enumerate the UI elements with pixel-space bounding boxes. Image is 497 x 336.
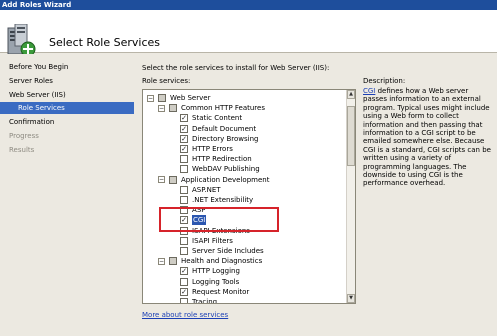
tree-row[interactable]: ✓ HTTP Logging	[143, 266, 347, 276]
tree-row[interactable]: ISAPI Filters	[143, 236, 347, 246]
checkbox[interactable]: ✓	[180, 134, 188, 143]
checkbox[interactable]: ✓	[180, 287, 188, 296]
checkbox[interactable]	[180, 277, 188, 286]
tree-row[interactable]: .NET Extensibility	[143, 195, 347, 205]
collapse-toggle-icon[interactable]: −	[158, 104, 165, 112]
nav-item-web-server[interactable]: Web Server (IIS)	[9, 89, 66, 101]
tree-row-label[interactable]: Logging Tools	[192, 277, 239, 287]
nav-item-server-roles[interactable]: Server Roles	[9, 75, 53, 87]
description-label: Description:	[363, 77, 406, 85]
tree-row[interactable]: ✓ Request Monitor	[143, 287, 347, 297]
highlight-annotation-box	[159, 207, 279, 232]
checkbox[interactable]: ✓	[180, 267, 188, 276]
tree-row[interactable]: Server Side Includes	[143, 246, 347, 256]
tree-row[interactable]: Tracing	[143, 297, 347, 303]
nav-item-before-you-begin[interactable]: Before You Begin	[9, 61, 68, 73]
tree-row[interactable]: HTTP Redirection	[143, 154, 347, 164]
tree-row[interactable]: − Application Development	[143, 175, 347, 185]
more-about-role-services-link[interactable]: More about role services	[142, 311, 228, 319]
checkbox[interactable]	[180, 247, 188, 255]
tree-row[interactable]: ✓ Default Document	[143, 124, 347, 134]
checkbox[interactable]	[180, 298, 188, 303]
tree-row-label[interactable]: Common HTTP Features	[181, 103, 265, 113]
partial-checkbox[interactable]	[169, 257, 177, 266]
checkbox[interactable]: ✓	[180, 124, 188, 133]
tree-row[interactable]: ✓ Static Content	[143, 113, 347, 123]
tree-row-label[interactable]: Request Monitor	[192, 287, 249, 297]
tree-row-label[interactable]: Server Side Includes	[192, 246, 264, 256]
tree-row-label[interactable]: Static Content	[192, 113, 242, 123]
nav-item-progress: Progress	[9, 132, 39, 140]
nav-item-confirmation[interactable]: Confirmation	[9, 116, 54, 128]
checkbox[interactable]: ✓	[180, 145, 188, 153]
tree-row-label[interactable]: WebDAV Publishing	[192, 164, 260, 174]
tree-row-label[interactable]: Web Server	[170, 93, 210, 103]
tree-row-label[interactable]: Default Document	[192, 124, 256, 134]
tree-row-label[interactable]: Health and Diagnostics	[181, 256, 262, 266]
scroll-down-arrow[interactable]: ▼	[347, 294, 355, 303]
wizard-header: Select Role Services	[0, 10, 497, 57]
checkbox[interactable]	[180, 155, 188, 164]
description-body: defines how a Web server passes informat…	[363, 87, 491, 188]
partial-checkbox[interactable]	[158, 94, 166, 102]
tree-row[interactable]: Logging Tools	[143, 277, 347, 287]
description-text: CGI defines how a Web server passes info…	[363, 87, 493, 188]
tree-scrollbar[interactable]: ▲ ▼	[346, 90, 355, 303]
nav-item-results: Results	[9, 146, 35, 154]
page-title: Select Role Services	[49, 36, 161, 49]
checkbox[interactable]	[180, 165, 188, 174]
partial-checkbox[interactable]	[169, 104, 177, 113]
role-services-label: Role services:	[142, 77, 191, 85]
tree-row[interactable]: − Web Server	[143, 93, 347, 103]
description-cgi-link[interactable]: CGI	[363, 87, 375, 95]
checkbox[interactable]	[180, 196, 188, 204]
tree-row-label[interactable]: .NET Extensibility	[192, 195, 253, 205]
tree-row[interactable]: − Health and Diagnostics	[143, 256, 347, 266]
collapse-toggle-icon[interactable]: −	[158, 176, 165, 184]
checkbox[interactable]: ✓	[180, 114, 188, 123]
wizard-nav: Before You Begin Server Roles Web Server…	[0, 54, 134, 336]
instruction-text: Select the role services to install for …	[142, 64, 330, 72]
nav-item-role-services[interactable]: Role Services	[18, 102, 65, 114]
checkbox[interactable]	[180, 185, 188, 194]
tree-row-label[interactable]: HTTP Errors	[192, 144, 233, 154]
collapse-toggle-icon[interactable]: −	[158, 257, 165, 265]
tree-row-label[interactable]: Tracing	[192, 297, 217, 303]
partial-checkbox[interactable]	[169, 175, 177, 184]
tree-row[interactable]: ✓ Directory Browsing	[143, 134, 347, 144]
tree-row-label[interactable]: ASP.NET	[192, 185, 221, 195]
tree-row[interactable]: ASP.NET	[143, 185, 347, 195]
tree-row-label[interactable]: ISAPI Filters	[192, 236, 233, 246]
server-roles-icon	[7, 24, 36, 57]
scroll-thumb[interactable]	[347, 106, 355, 166]
collapse-toggle-icon[interactable]: −	[147, 94, 154, 102]
window-titlebar[interactable]: Add Roles Wizard	[0, 0, 497, 10]
wizard-content: Select the role services to install for …	[136, 54, 497, 336]
tree-row[interactable]: − Common HTTP Features	[143, 103, 347, 113]
tree-row-label[interactable]: Directory Browsing	[192, 134, 259, 144]
tree-row[interactable]: WebDAV Publishing	[143, 164, 347, 174]
tree-row-label[interactable]: Application Development	[181, 175, 269, 185]
window-title: Add Roles Wizard	[2, 1, 72, 9]
tree-row[interactable]: ✓ HTTP Errors	[143, 144, 347, 154]
tree-row-label[interactable]: HTTP Logging	[192, 266, 240, 276]
role-services-tree[interactable]: − Web Server − Common HTTP Features ✓ Static …	[142, 89, 356, 304]
checkbox[interactable]	[180, 236, 188, 245]
scroll-up-arrow[interactable]: ▲	[347, 90, 355, 99]
tree-row-label[interactable]: HTTP Redirection	[192, 154, 252, 164]
